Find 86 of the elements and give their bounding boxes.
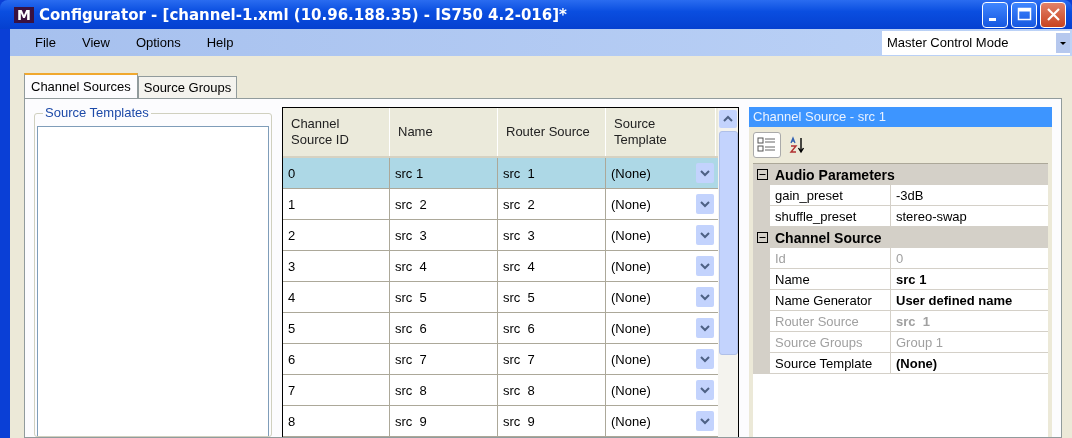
template-value: (None) bbox=[611, 289, 651, 305]
table-cell: src 5 bbox=[498, 282, 606, 312]
menu-item[interactable]: Options bbox=[135, 35, 181, 51]
table-row[interactable]: 6 src 7 src 7 (None) bbox=[283, 344, 718, 375]
property-value[interactable]: -3dB bbox=[891, 185, 1048, 205]
property-label: Name bbox=[770, 269, 891, 289]
column-header[interactable]: Channel Source ID bbox=[283, 108, 390, 156]
property-title: Channel Source - src 1 bbox=[749, 107, 1052, 127]
table-cell: src 1 bbox=[498, 158, 606, 188]
menu-item[interactable]: View bbox=[81, 35, 110, 51]
mode-dropdown[interactable]: Master Control Mode bbox=[882, 30, 1070, 55]
table-row[interactable]: 4 src 5 src 5 (None) bbox=[283, 282, 718, 313]
table-cell: 0 bbox=[283, 158, 390, 188]
property-label: gain_preset bbox=[770, 185, 891, 205]
table-cell: src 3 bbox=[390, 220, 498, 250]
property-value[interactable]: User defined name bbox=[891, 290, 1048, 310]
collapse-icon[interactable] bbox=[757, 169, 768, 180]
table-cell: src 2 bbox=[390, 189, 498, 219]
property-value[interactable]: (None) bbox=[891, 353, 1048, 373]
table-row[interactable]: 3 src 4 src 4 (None) bbox=[283, 251, 718, 282]
table-cell: src 8 bbox=[390, 375, 498, 405]
table-cell: src 9 bbox=[390, 406, 498, 436]
table-cell: src 9 bbox=[498, 406, 606, 436]
table-cell: src 6 bbox=[498, 313, 606, 343]
table-cell: src 2 bbox=[498, 189, 606, 219]
table-cell: src 4 bbox=[498, 251, 606, 281]
minimize-button[interactable] bbox=[982, 1, 1008, 28]
template-value: (None) bbox=[611, 196, 651, 212]
category-row[interactable]: Channel Source bbox=[753, 227, 1048, 248]
table-cell: src 3 bbox=[498, 220, 606, 250]
table-cell: 2 bbox=[283, 220, 390, 250]
column-header[interactable]: Name bbox=[390, 108, 498, 156]
table-cell: src 7 bbox=[498, 344, 606, 374]
template-value: (None) bbox=[611, 258, 651, 274]
property-label: Source Groups bbox=[770, 332, 891, 352]
table-row[interactable]: 5 src 6 src 6 (None) bbox=[283, 313, 718, 344]
template-value: (None) bbox=[611, 382, 651, 398]
tab[interactable]: Source Groups bbox=[137, 76, 238, 98]
scrollbar[interactable] bbox=[718, 108, 738, 437]
table-row[interactable]: 8 src 9 src 9 (None) bbox=[283, 406, 718, 437]
scroll-up-icon[interactable] bbox=[719, 110, 737, 128]
template-value: (None) bbox=[611, 320, 651, 336]
table-cell: src 8 bbox=[498, 375, 606, 405]
property-label: Router Source bbox=[770, 311, 891, 331]
property-label: Name Generator bbox=[770, 290, 891, 310]
table-cell: src 7 bbox=[390, 344, 498, 374]
column-header[interactable]: Router Source bbox=[498, 108, 606, 156]
table-cell: src 1 bbox=[390, 158, 498, 188]
table-cell: 4 bbox=[283, 282, 390, 312]
table-row[interactable]: 7 src 8 src 8 (None) bbox=[283, 375, 718, 406]
column-header[interactable]: Source Template bbox=[606, 108, 716, 156]
template-value: (None) bbox=[611, 165, 651, 181]
collapse-icon[interactable] bbox=[757, 232, 768, 243]
property-value[interactable]: stereo-swap bbox=[891, 206, 1048, 226]
group-label: Source Templates bbox=[43, 105, 151, 120]
close-button[interactable] bbox=[1040, 1, 1066, 28]
category-label: Audio Parameters bbox=[775, 166, 895, 183]
property-value[interactable]: src 1 bbox=[891, 269, 1048, 289]
window-title: Configurator - [channel-1.xml (10.96.188.35) - IS750 4.2-016]* bbox=[38, 5, 568, 24]
template-value: (None) bbox=[611, 227, 651, 243]
table-cell: src 4 bbox=[390, 251, 498, 281]
table-row[interactable]: 2 src 3 src 3 (None) bbox=[283, 220, 718, 251]
table-cell: 3 bbox=[283, 251, 390, 281]
menu-item[interactable]: File bbox=[35, 35, 56, 51]
maximize-button[interactable] bbox=[1011, 1, 1037, 28]
app-logo: M bbox=[14, 6, 34, 23]
property-label: shuffle_preset bbox=[770, 206, 891, 226]
table-cell: 6 bbox=[283, 344, 390, 374]
table-cell: 8 bbox=[283, 406, 390, 436]
category-row[interactable]: Audio Parameters bbox=[753, 164, 1048, 185]
tab[interactable]: Channel Sources bbox=[24, 73, 138, 98]
table-cell: 7 bbox=[283, 375, 390, 405]
template-value: (None) bbox=[611, 351, 651, 367]
table-cell: src 6 bbox=[390, 313, 498, 343]
template-value: (None) bbox=[611, 413, 651, 429]
scroll-thumb[interactable] bbox=[718, 131, 738, 355]
menu-item[interactable]: Help bbox=[206, 35, 234, 51]
table-cell: src 5 bbox=[390, 282, 498, 312]
category-label: Channel Source bbox=[775, 229, 882, 246]
table-row[interactable]: 0 src 1 src 1 (None) bbox=[283, 158, 718, 189]
minimize-icon bbox=[988, 18, 996, 22]
table-row[interactable]: 1 src 2 src 2 (None) bbox=[283, 189, 718, 220]
table-cell: 5 bbox=[283, 313, 390, 343]
table-cell: 1 bbox=[283, 189, 390, 219]
property-label: Source Template bbox=[770, 353, 891, 373]
property-label: Id bbox=[770, 248, 891, 268]
